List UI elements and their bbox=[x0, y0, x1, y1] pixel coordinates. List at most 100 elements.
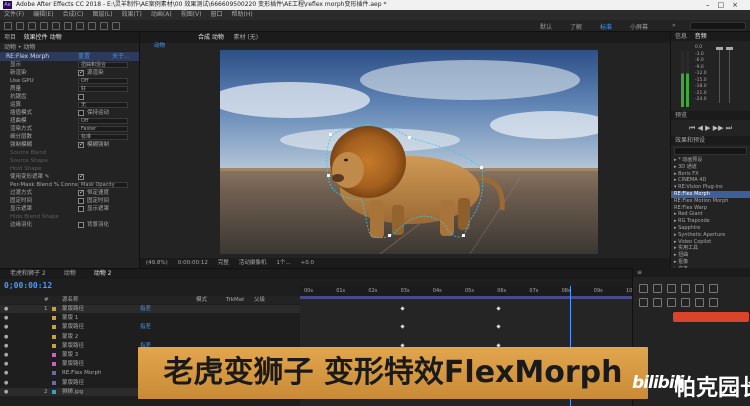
align-center-icon[interactable] bbox=[653, 284, 662, 293]
effect-param-checkbox[interactable] bbox=[78, 173, 84, 181]
keyframe[interactable] bbox=[496, 324, 501, 330]
col-mode[interactable]: 模式 bbox=[196, 296, 207, 304]
layer-label-color[interactable] bbox=[52, 389, 56, 394]
audio-fader-left[interactable] bbox=[716, 47, 723, 103]
tab-info[interactable]: 信息 bbox=[675, 33, 687, 40]
layer-label-color[interactable] bbox=[52, 371, 56, 376]
layer-label-color[interactable] bbox=[52, 380, 56, 385]
workspace-small-screen[interactable]: 小屏幕 bbox=[630, 22, 648, 31]
tab-footage[interactable]: 素材 (无) bbox=[233, 34, 258, 41]
layer-label-color[interactable] bbox=[52, 334, 56, 339]
preview-transport-controls[interactable]: ⏮ ◀ ▶ ▶▶ ⏭ bbox=[671, 120, 750, 136]
effect-header[interactable]: RE:Flex Morph 重置 关于... bbox=[0, 52, 139, 61]
distribute-right-icon[interactable] bbox=[667, 298, 676, 307]
timeline-tab[interactable]: 老虎和狮子 2 bbox=[10, 270, 46, 277]
timeline-tab[interactable]: 动物 bbox=[64, 270, 76, 277]
effect-param-checkbox[interactable] bbox=[78, 110, 84, 116]
effects-list-item[interactable]: ▸ Red Giant bbox=[671, 211, 750, 218]
tab-audio[interactable]: 音频 bbox=[695, 33, 707, 40]
workspace-more[interactable]: » bbox=[672, 22, 676, 29]
menu-item[interactable]: 帮助(H) bbox=[232, 11, 253, 18]
window-controls[interactable]: –□× bbox=[706, 0, 746, 10]
menu-item[interactable]: 窗口 bbox=[210, 11, 222, 18]
rotate-tool-icon[interactable] bbox=[52, 22, 60, 30]
visibility-eye-icon[interactable]: ● bbox=[4, 351, 8, 359]
align-left-icon[interactable] bbox=[639, 284, 648, 293]
visibility-eye-icon[interactable]: ● bbox=[4, 360, 8, 368]
pen-tool-icon[interactable] bbox=[88, 22, 96, 30]
effect-param-dropdown[interactable]: 标准 bbox=[78, 134, 128, 140]
layer-mode[interactable]: 指差 bbox=[140, 305, 151, 313]
tab-composition[interactable]: 合成 动物 bbox=[198, 34, 224, 41]
visibility-eye-icon[interactable]: ● bbox=[4, 388, 8, 396]
effect-param-dropdown[interactable]: 好 bbox=[78, 86, 128, 92]
effect-param-checkbox[interactable] bbox=[78, 206, 84, 212]
visibility-eye-icon[interactable]: ● bbox=[4, 379, 8, 387]
selection-tool-icon[interactable] bbox=[16, 22, 24, 30]
composition-viewer[interactable] bbox=[220, 50, 598, 254]
effects-search-input[interactable] bbox=[674, 147, 747, 155]
time-ruler[interactable]: 00s 01s 02s 03s 04s 05s 06s 07s 08s 09s 10s bbox=[300, 286, 635, 296]
viewer-control[interactable]: 0:00:00:12 bbox=[178, 260, 208, 266]
input-method-toolbar[interactable] bbox=[673, 312, 749, 322]
keyframe[interactable] bbox=[496, 306, 501, 311]
effects-list-item[interactable]: ▸ * 动画预设 bbox=[671, 157, 750, 164]
effects-list-item[interactable]: ▸ Synthetic Aperture bbox=[671, 232, 750, 239]
visibility-eye-icon[interactable]: ● bbox=[4, 314, 8, 322]
distribute-center-icon[interactable] bbox=[653, 298, 662, 307]
col-source-name[interactable]: 源名称 bbox=[62, 296, 79, 304]
effect-param-checkbox[interactable] bbox=[78, 69, 84, 77]
workspace-standard[interactable]: 标准 bbox=[600, 22, 612, 31]
effects-list-item[interactable]: ▸ Sapphire bbox=[671, 225, 750, 232]
home-icon[interactable] bbox=[4, 22, 12, 30]
current-timecode[interactable]: 0;00:00:12 bbox=[4, 281, 52, 290]
distribute-top-icon[interactable] bbox=[681, 298, 690, 307]
viewer-control[interactable]: 活动摄像机 bbox=[239, 260, 267, 266]
keyframe[interactable] bbox=[399, 306, 405, 311]
viewer-control[interactable]: +0.0 bbox=[301, 260, 314, 266]
align-top-icon[interactable] bbox=[681, 284, 690, 293]
viewer-control[interactable]: 1个... bbox=[276, 260, 290, 266]
layer-label-color[interactable] bbox=[52, 343, 56, 348]
layer-label-color[interactable] bbox=[52, 325, 56, 330]
text-tool-icon[interactable] bbox=[100, 22, 108, 30]
distribute-bottom-icon[interactable] bbox=[709, 298, 718, 307]
col-trkmat[interactable]: TrkMat bbox=[226, 296, 244, 304]
tab-effect-controls[interactable]: 效果控件 动物 bbox=[24, 34, 62, 41]
viewer-control[interactable]: 完整 bbox=[218, 260, 229, 266]
layer-row[interactable]: ● 蒙版路径 指差 bbox=[0, 323, 300, 331]
menu-item[interactable]: 效果(T) bbox=[122, 11, 142, 18]
effect-param-checkbox[interactable] bbox=[78, 141, 84, 149]
menu-item[interactable]: 文件(F) bbox=[4, 11, 24, 18]
timeline-tab[interactable]: 动物 2 bbox=[94, 270, 112, 277]
effects-list-item[interactable]: RE:Flex Motion Morph bbox=[671, 198, 750, 205]
layer-label-color[interactable] bbox=[52, 316, 56, 321]
layer-label-color[interactable] bbox=[52, 362, 56, 367]
workspace-learn[interactable]: 了解 bbox=[570, 22, 582, 31]
align-right-icon[interactable] bbox=[667, 284, 676, 293]
hand-tool-icon[interactable] bbox=[28, 22, 36, 30]
visibility-eye-icon[interactable]: ● bbox=[4, 333, 8, 341]
menu-item[interactable]: 编辑(E) bbox=[33, 11, 53, 18]
camera-tool-icon[interactable] bbox=[64, 22, 72, 30]
effect-param-dropdown[interactable]: 扭曲和混合 bbox=[78, 62, 128, 68]
align-middle-icon[interactable] bbox=[695, 284, 704, 293]
help-search-input[interactable] bbox=[690, 22, 746, 30]
layer-row[interactable]: ● 蒙版 1 bbox=[0, 314, 300, 322]
visibility-eye-icon[interactable]: ● bbox=[4, 323, 8, 331]
effects-list-item[interactable]: RE:Flex Morph bbox=[671, 190, 750, 198]
effects-list-item[interactable]: ▸ 扭曲 bbox=[671, 252, 750, 259]
audio-fader-right[interactable] bbox=[726, 47, 733, 103]
layer-label-color[interactable] bbox=[52, 353, 56, 357]
menu-item[interactable]: 图层(L) bbox=[93, 11, 113, 18]
distribute-middle-icon[interactable] bbox=[695, 298, 704, 307]
keyframe[interactable] bbox=[399, 324, 405, 330]
effects-list-item[interactable]: RE:Flex Warp bbox=[671, 205, 750, 212]
effects-list-item[interactable]: ▸ Boris FX bbox=[671, 171, 750, 178]
layer-label-color[interactable] bbox=[52, 307, 56, 311]
menu-item[interactable]: 视图(V) bbox=[181, 11, 202, 18]
visibility-eye-icon[interactable]: ● bbox=[4, 342, 8, 350]
effect-about-button[interactable]: 关于... bbox=[112, 52, 130, 61]
effect-param-checkbox[interactable] bbox=[78, 198, 84, 204]
effects-list-item[interactable]: ▸ RG Trapcode bbox=[671, 218, 750, 225]
